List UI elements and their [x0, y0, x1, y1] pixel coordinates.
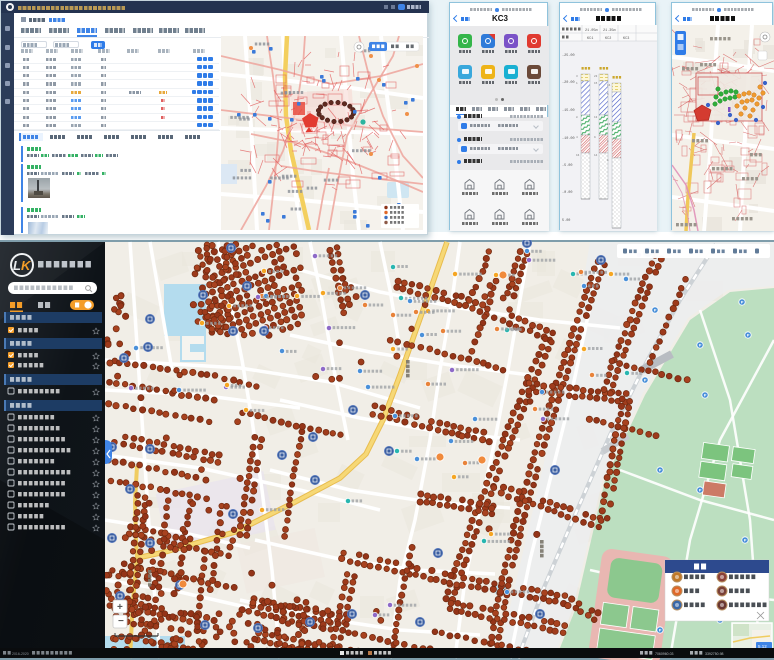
svg-text:P: P — [659, 628, 662, 633]
svg-text:21.05m: 21.05m — [585, 29, 598, 33]
svg-text:-25.00: -25.00 — [562, 54, 575, 58]
svg-text:KC2: KC2 — [605, 37, 611, 41]
svg-text:KC1: KC1 — [587, 37, 593, 41]
svg-text:14: 14 — [594, 154, 598, 157]
svg-text:-10.00: -10.00 — [562, 137, 575, 141]
svg-text:P: P — [744, 538, 747, 543]
svg-text:P: P — [699, 343, 702, 348]
svg-text:5.00: 5.00 — [562, 219, 570, 223]
svg-text:P: P — [644, 378, 647, 383]
svg-text:15: 15 — [594, 82, 598, 85]
svg-text:L: L — [13, 258, 21, 273]
svg-text:P: P — [699, 488, 702, 493]
svg-text:13: 13 — [594, 116, 598, 119]
svg-text:-5.00: -5.00 — [562, 164, 573, 168]
svg-text:P: P — [704, 393, 707, 398]
svg-text:23: 23 — [594, 75, 598, 78]
svg-text:2016-2020: 2016-2020 — [12, 652, 29, 656]
svg-text:16: 16 — [607, 84, 611, 87]
svg-text:P: P — [654, 308, 657, 313]
svg-text:16: 16 — [607, 123, 611, 126]
svg-text:KC3: KC3 — [623, 37, 629, 41]
svg-text:P: P — [741, 300, 744, 305]
svg-text:-15.00: -15.00 — [562, 109, 575, 113]
svg-text:P: P — [747, 333, 750, 338]
svg-text:K: K — [21, 258, 32, 273]
svg-text:7060960.03: 7060960.03 — [655, 652, 674, 656]
svg-text:+: + — [117, 602, 123, 613]
svg-text:-20.00: -20.00 — [562, 81, 575, 85]
svg-text:3392750.98: 3392750.98 — [705, 652, 724, 656]
svg-text:16: 16 — [576, 154, 580, 157]
svg-text:-0.00: -0.00 — [562, 191, 573, 195]
svg-text:P: P — [659, 468, 662, 473]
svg-text:21.35m: 21.35m — [603, 29, 616, 33]
svg-text:−: − — [118, 616, 124, 627]
